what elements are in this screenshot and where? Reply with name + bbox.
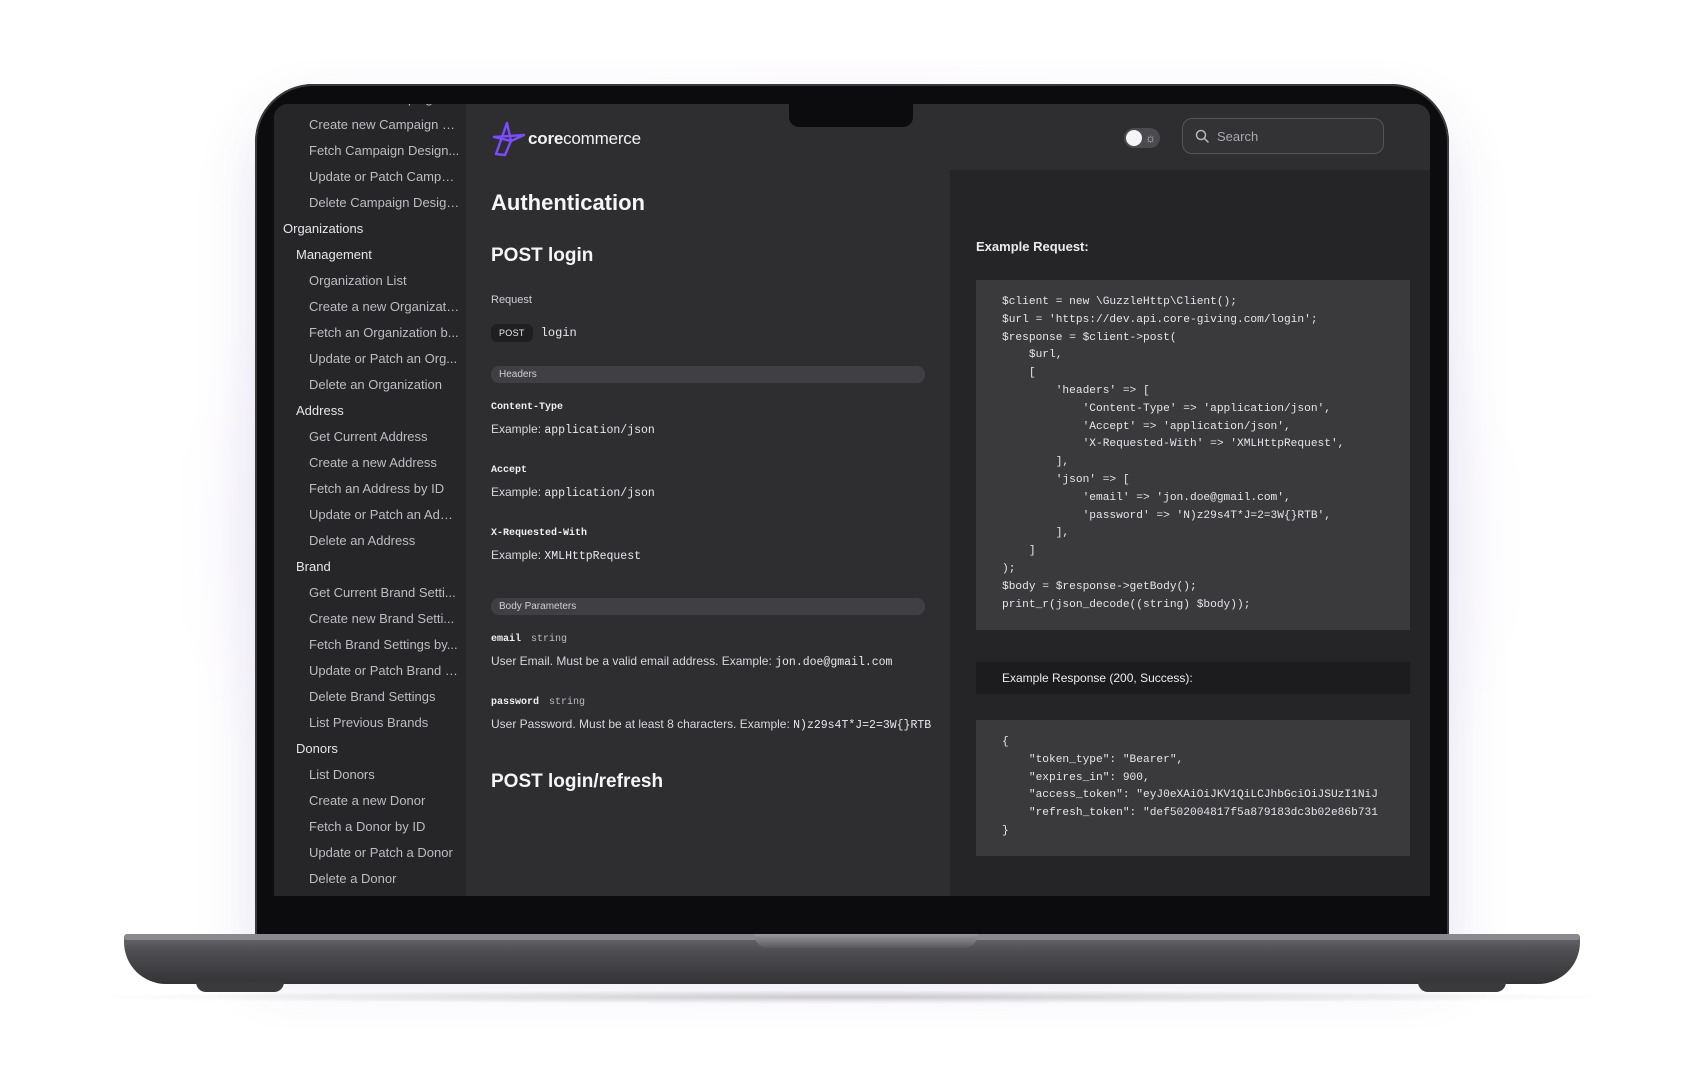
laptop-thumb-notch (754, 934, 978, 948)
search-input[interactable] (1217, 128, 1367, 144)
request-label: Request (491, 294, 532, 306)
sidebar-item[interactable]: Delete an Organization (274, 374, 466, 396)
sidebar-item[interactable]: Create new Campaign D... (274, 114, 466, 136)
response-code-block: { "token_type": "Bearer", "expires_in": … (976, 720, 1410, 856)
sidebar-item[interactable]: Delete an Address (274, 530, 466, 552)
request-line: POST login (491, 324, 577, 342)
laptop-foot (1418, 982, 1506, 992)
toggle-knob (1126, 130, 1142, 146)
endpoint-heading-login-refresh: POST login/refresh (491, 771, 664, 792)
sidebar-item[interactable]: Fetch an Address by ID (274, 478, 466, 500)
sidebar-item[interactable]: Organization List (274, 270, 466, 292)
logo-wordmark: corecommerce (528, 129, 641, 148)
request-code-block: $client = new \GuzzleHttp\Client(); $url… (976, 280, 1410, 630)
endpoint-path: login (540, 326, 577, 340)
sidebar-item[interactable]: Create a new Donor (274, 790, 466, 812)
laptop-screen: Get Current Campaign D... Create new Camp… (274, 104, 1430, 896)
sidebar-item[interactable]: Fetch Campaign Design... (274, 140, 466, 162)
logo[interactable]: corecommerce (490, 120, 641, 158)
header-name: Accept (491, 465, 528, 476)
sidebar-item[interactable]: Get Current Brand Setti... (274, 582, 466, 604)
sidebar-item[interactable]: Fetch Brand Settings by... (274, 634, 466, 656)
header-example: Example: application/json (491, 422, 655, 437)
body-param-name: password string (491, 697, 586, 708)
header-name: Content-Type (491, 402, 564, 413)
header-example: Example: application/json (491, 485, 655, 500)
sidebar-item[interactable]: Update or Patch Brand S... (274, 660, 466, 682)
sidebar-group-heading[interactable]: Management (274, 244, 466, 266)
search-icon (1195, 129, 1209, 143)
headers-section-label: Headers (491, 366, 925, 383)
sidebar-item[interactable]: Get Current Campaign D... (274, 104, 466, 110)
sidebar-item[interactable]: Create a new Address (274, 452, 466, 474)
sidebar-group-heading[interactable]: Brand (274, 556, 466, 578)
sidebar-item[interactable]: Update or Patch a Donor (274, 842, 466, 864)
endpoint-heading-login: POST login (491, 245, 594, 266)
main-content: Authentication POST login Request POST l… (466, 104, 950, 896)
sidebar-group-heading[interactable]: Organizations (274, 218, 466, 240)
sidebar-item[interactable]: Create a new Organizati... (274, 296, 466, 318)
sidebar-item[interactable]: Delete Campaign Design... (274, 192, 466, 214)
response-code: { "token_type": "Bearer", "expires_in": … (1002, 736, 1378, 837)
sidebar-nav: Get Current Campaign D... Create new Camp… (274, 104, 466, 896)
header-name: X-Requested-With (491, 528, 588, 539)
camera-notch (789, 104, 913, 127)
sidebar-item[interactable]: Fetch an Organization b... (274, 322, 466, 344)
sidebar-item[interactable]: List Previous Brands (274, 712, 466, 734)
logo-star-icon (492, 121, 526, 157)
example-response-label: Example Response (200, Success): (976, 662, 1410, 694)
sidebar-group-heading[interactable]: Donors (274, 738, 466, 760)
laptop-foot (196, 982, 284, 992)
sidebar-item[interactable]: Update or Patch an Addr... (274, 504, 466, 526)
sidebar-item[interactable]: List Donors (274, 764, 466, 786)
request-code: $client = new \GuzzleHttp\Client(); $url… (1002, 296, 1345, 611)
theme-toggle[interactable]: ☼ (1124, 128, 1160, 148)
body-param-desc: User Email. Must be a valid email addres… (491, 654, 893, 669)
body-param-name: email string (491, 634, 568, 645)
method-badge: POST (491, 324, 533, 342)
body-param-desc: User Password. Must be at least 8 charac… (491, 717, 932, 732)
sidebar-item[interactable]: Delete a Donor (274, 868, 466, 890)
top-bar: corecommerce ☼ (466, 104, 1430, 170)
sidebar-item[interactable]: Update or Patch an Org... (274, 348, 466, 370)
sidebar-item[interactable]: Create new Brand Setti... (274, 608, 466, 630)
code-panel: Example Request: $client = new \GuzzleHt… (950, 170, 1430, 896)
sidebar-item[interactable]: Delete Brand Settings (274, 686, 466, 708)
header-example: Example: XMLHttpRequest (491, 548, 641, 563)
body-params-section-label: Body Parameters (491, 598, 925, 615)
sidebar-item[interactable]: Fetch a Donor by ID (274, 816, 466, 838)
sidebar-item[interactable]: Get Current Address (274, 426, 466, 448)
search-box[interactable] (1182, 118, 1384, 154)
page-title: Authentication (491, 190, 645, 215)
sidebar-item[interactable]: Update or Patch Campai... (274, 166, 466, 188)
sun-icon: ☼ (1145, 131, 1156, 145)
example-request-label: Example Request: (976, 239, 1089, 254)
sidebar-group-heading[interactable]: Address (274, 400, 466, 422)
floor-shadow (80, 990, 1624, 1004)
